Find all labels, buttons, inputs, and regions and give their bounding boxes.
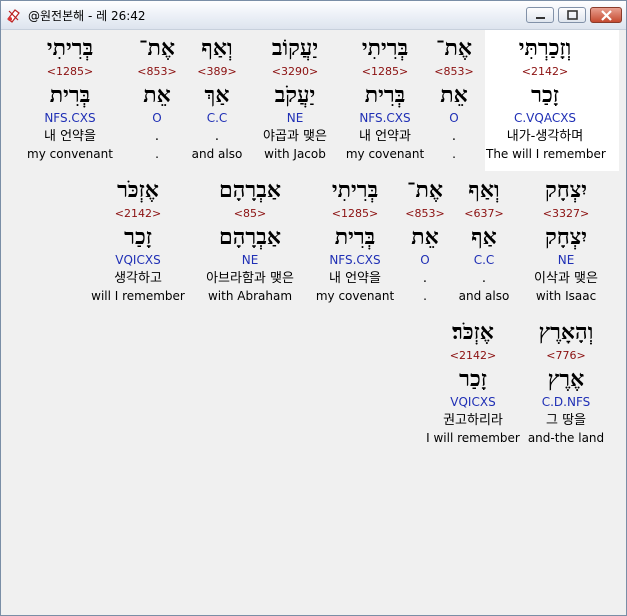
- bible-app-icon: [6, 7, 22, 23]
- morph-code: VQICXS: [115, 253, 161, 267]
- english-gloss: my convenant: [27, 147, 113, 161]
- english-gloss: I will remember: [426, 431, 520, 445]
- strong-number[interactable]: <1285>: [296, 205, 414, 222]
- strong-number[interactable]: <2142>: [414, 347, 532, 364]
- word-cell[interactable]: אֶזְכֹּר <2142> זָכַר VQICXS 생각하고 will I…: [79, 175, 197, 305]
- hebrew-word: בְּרִיתִי: [331, 177, 379, 203]
- hebrew-word: אֶזְכֹּר: [117, 177, 159, 203]
- close-icon: [601, 10, 612, 21]
- morph-code: NE: [241, 253, 259, 267]
- window-title: @원전본해 - 레 26:42: [28, 9, 146, 23]
- korean-gloss: 내 언약을: [329, 271, 381, 286]
- korean-gloss: 권고하리라: [443, 413, 503, 428]
- app-window: @원전본해 - 레 26:42 וְזָכַרְתִּי <2142> זָכַ…: [0, 0, 627, 616]
- title-bar[interactable]: @원전본해 - 레 26:42: [1, 1, 626, 30]
- hebrew-word: אֶזְכֹּר׃: [452, 319, 494, 345]
- close-button[interactable]: [590, 7, 622, 23]
- strong-number[interactable]: <85>: [191, 205, 309, 222]
- korean-gloss: 내 언약을: [44, 129, 96, 144]
- minimize-button[interactable]: [526, 7, 554, 23]
- korean-gloss: 아브라함과 맺은: [206, 271, 294, 286]
- morph-code: VQICXS: [450, 395, 496, 409]
- hebrew-word: בְּרִיתִי: [46, 35, 94, 61]
- word-cell[interactable]: אֶזְכֹּר׃ <2142> זָכַר VQICXS 권고하리라 I wi…: [414, 317, 532, 447]
- maximize-button[interactable]: [558, 7, 586, 23]
- word-cell[interactable]: אַבְרָהָם <85> אַבְרָהָם NE 아브라함과 맺은 wit…: [191, 175, 309, 305]
- hebrew-lemma: בְּרִית: [334, 224, 376, 250]
- hebrew-lemma: אַבְרָהָם: [219, 224, 281, 250]
- minimize-icon: [536, 17, 545, 19]
- english-gloss: with Abraham: [207, 289, 293, 303]
- hebrew-word: אַבְרָהָם: [219, 177, 281, 203]
- strong-number[interactable]: <1285>: [11, 63, 129, 80]
- morph-code: NFS.CXS: [44, 111, 96, 125]
- morph-code: NFS.CXS: [329, 253, 381, 267]
- english-gloss: my covenant: [315, 289, 395, 303]
- strong-number[interactable]: <2142>: [79, 205, 197, 222]
- interlinear-view: וְזָכַרְתִּי <2142> זָכַר C.VQACXS 내가-생각…: [9, 30, 620, 608]
- hebrew-lemma: זָכַר: [459, 366, 487, 392]
- english-gloss: will I remember: [91, 289, 185, 303]
- word-cell[interactable]: בְּרִיתִי <1285> בְּרִית NFS.CXS 내 언약을 m…: [296, 175, 414, 305]
- korean-gloss: 생각하고: [114, 271, 162, 286]
- hebrew-lemma: זָכַר: [124, 224, 152, 250]
- word-cell[interactable]: בְּרִיתִי <1285> בְּרִית NFS.CXS 내 언약을 m…: [11, 33, 129, 163]
- hebrew-lemma: בְּרִית: [49, 82, 91, 108]
- maximize-icon: [567, 10, 578, 20]
